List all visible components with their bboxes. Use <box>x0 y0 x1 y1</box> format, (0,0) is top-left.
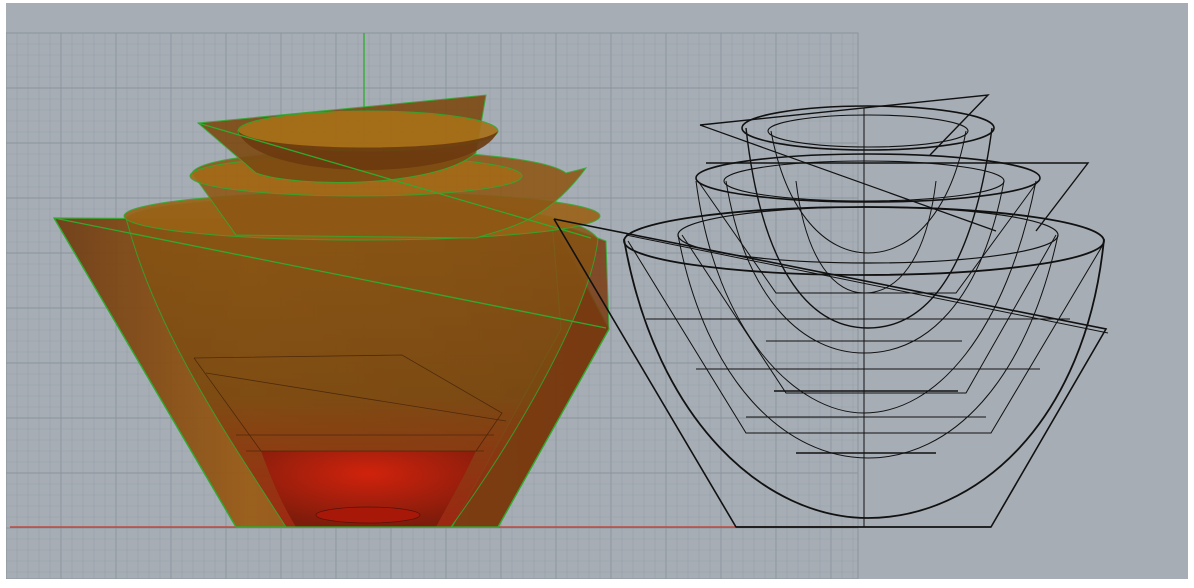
wireframe-top-cone-edge <box>699 124 997 232</box>
perspective-viewport[interactable] <box>6 3 1188 579</box>
viewport-frame <box>0 0 1194 588</box>
wireframe-outer-cone-inner <box>625 234 1109 334</box>
viewport-scene <box>6 32 1109 579</box>
wireframe-cone-right-3 <box>868 180 1039 294</box>
shaded-inner-bottom <box>315 506 421 524</box>
wireframe-outer-cone <box>553 218 1108 528</box>
